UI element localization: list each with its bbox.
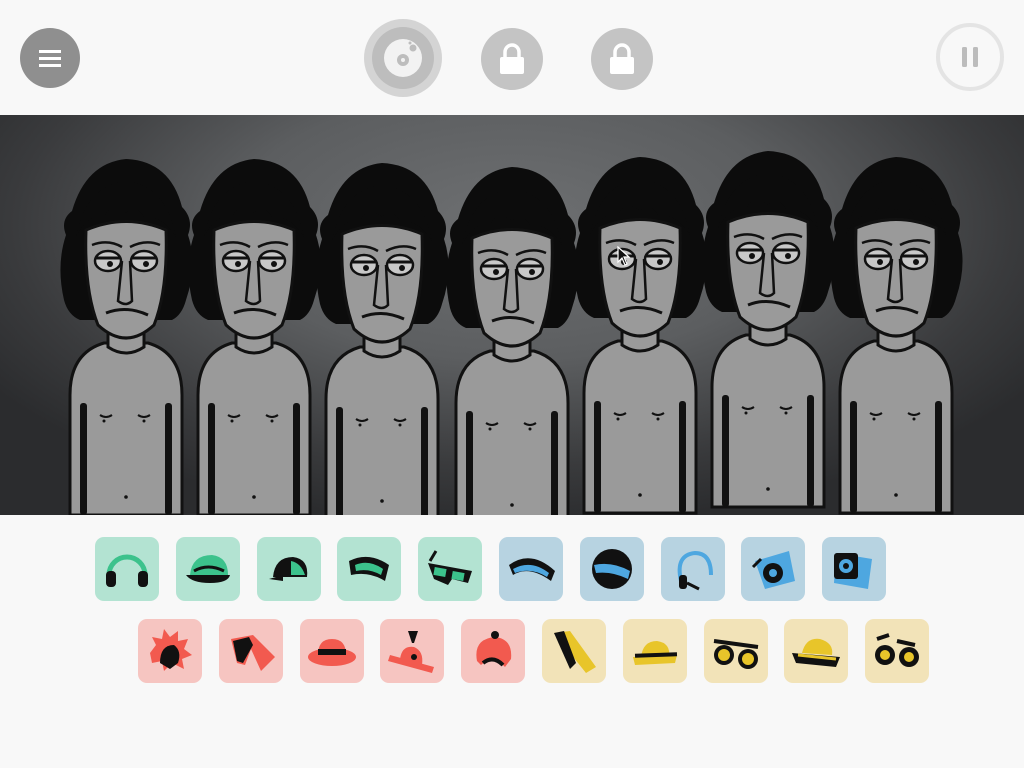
tilted-hat-icon — [388, 631, 435, 673]
menu-button[interactable] — [20, 28, 80, 88]
effect-sound-visor-glasses-button[interactable] — [499, 537, 563, 601]
voice-sound-wide-hat-button[interactable] — [784, 619, 849, 683]
record-button[interactable] — [364, 19, 442, 97]
scarf-icon — [554, 631, 596, 673]
melody-sound-tilted-hat-button[interactable] — [380, 619, 445, 683]
pause-button[interactable] — [936, 23, 1004, 91]
character-1[interactable] — [58, 157, 195, 515]
pause-icon — [962, 47, 978, 67]
hamburger-icon — [39, 50, 61, 67]
boater-hat-icon — [307, 639, 356, 666]
locked-bonus-1-button[interactable] — [481, 28, 543, 90]
beat-sound-backward-cap-button[interactable] — [256, 537, 321, 601]
top-bar — [0, 0, 1024, 115]
effect-sound-speaker-box-button[interactable] — [822, 537, 887, 601]
spiky-hair-icon — [150, 629, 192, 671]
characters-layer — [58, 149, 965, 515]
character-4[interactable] — [444, 165, 581, 515]
vinyl-disc-icon — [384, 39, 422, 77]
melody-sound-bandana-button[interactable] — [218, 619, 283, 683]
character-6[interactable] — [700, 149, 837, 509]
beat-sound-ski-goggles-button[interactable] — [337, 537, 402, 601]
character-3[interactable] — [314, 161, 451, 515]
effect-sound-earpiece-button[interactable] — [660, 537, 725, 601]
bandana-icon — [230, 635, 275, 671]
melody-sound-beanie-button[interactable] — [461, 619, 526, 683]
effect-sound-ear-button[interactable] — [741, 537, 806, 601]
locked-bonus-2-button[interactable] — [591, 28, 653, 90]
character-stage — [0, 115, 1024, 515]
character-7[interactable] — [828, 155, 965, 515]
voice-sound-scarf-button[interactable] — [542, 619, 606, 683]
beat-sound-cap-button[interactable] — [175, 537, 240, 601]
ski-goggles-icon — [349, 556, 390, 581]
character-2[interactable] — [186, 157, 323, 515]
melody-sound-spiky-hair-button[interactable] — [138, 619, 202, 683]
mask-icon — [591, 549, 632, 589]
character-5[interactable] — [572, 155, 709, 515]
beanie-icon — [476, 631, 512, 667]
earpiece-icon — [677, 550, 713, 591]
fedora-icon — [632, 641, 677, 665]
wide-hat-icon — [792, 638, 841, 667]
effect-sound-mask-button[interactable] — [579, 537, 644, 601]
voice-sound-round-glasses-button[interactable] — [865, 619, 930, 683]
voice-sound-fedora-button[interactable] — [622, 619, 687, 683]
beat-sound-3d-glasses-button[interactable] — [418, 537, 483, 601]
round-glasses-icon — [875, 633, 920, 667]
melody-sound-boater-hat-button[interactable] — [299, 619, 364, 683]
record-button-inner — [372, 27, 434, 89]
sunglasses-icon — [713, 639, 758, 669]
headphones-icon — [106, 554, 148, 587]
padlock-icon — [610, 43, 634, 74]
visor-glasses-icon — [509, 558, 555, 581]
3d-glasses-icon — [428, 550, 473, 585]
backward-cap-icon — [268, 557, 307, 581]
sound-icons-row-1 — [0, 537, 1024, 603]
speaker-box-icon — [834, 553, 873, 589]
mouse-cursor-icon — [617, 246, 631, 266]
ear-icon — [752, 551, 796, 589]
beat-sound-headphones-button[interactable] — [95, 537, 159, 601]
cap-icon — [185, 555, 230, 583]
padlock-icon — [500, 43, 524, 74]
voice-sound-sunglasses-button[interactable] — [703, 619, 768, 683]
sound-icons-row-2 — [0, 619, 1024, 685]
